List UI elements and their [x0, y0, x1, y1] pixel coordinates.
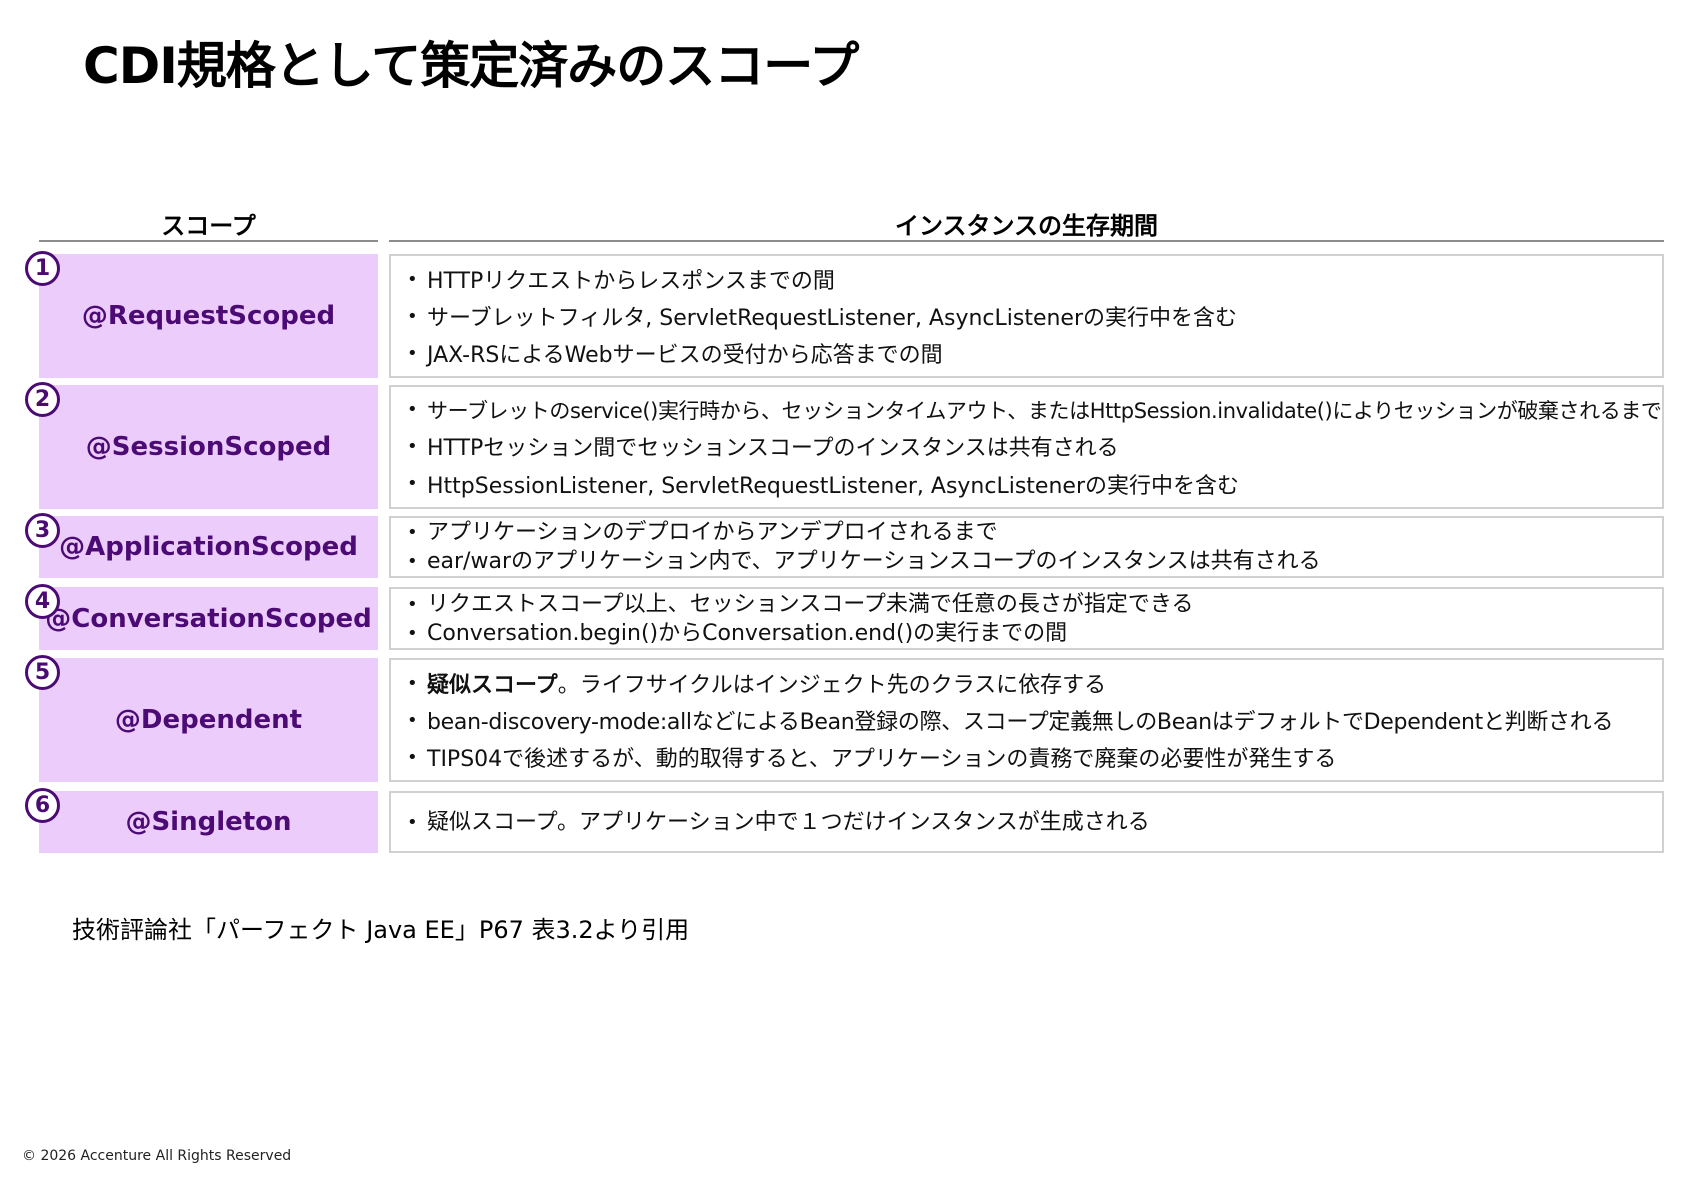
row-number-badge: 6 — [25, 788, 60, 823]
list-item: • HttpSessionListener, ServletRequestList… — [407, 468, 1662, 500]
table-row: @ConversationScoped 4 • リクエストスコープ以上、セッション… — [0, 584, 1684, 650]
lifetime-cell: • HTTPリクエストからレスポンスまでの間 • サーブレットフィルタ, Servl… — [389, 254, 1664, 378]
list-item: • 疑似スコープ 。ライフサイクルはインジェクト先のクラスに依存する — [407, 667, 1662, 699]
scope-cell: @RequestScoped — [39, 254, 378, 378]
list-item: • JAX-RSによるWebサービスの受付から応答までの間 — [407, 337, 1662, 369]
scope-cell: @ConversationScoped — [39, 587, 378, 650]
list-item: • bean-discovery-mode:allなどによるBean登録の際、スコ… — [407, 704, 1662, 736]
table-row: @Dependent 5 • 疑似スコープ 。ライフサイクルはインジェクト先のクラス… — [0, 655, 1684, 782]
list-item: • ear/warのアプリケーション内で、アプリケーションスコープのインスタンスは… — [407, 547, 1662, 576]
list-item-text: 。ライフサイクルはインジェクト先のクラスに依存する — [557, 673, 1107, 698]
lifetime-column-header: インスタンスの生存期間 — [389, 206, 1664, 242]
list-item-text: TIPS04で後述するが、動的取得すると、アプリケーションの責務で廃棄の必要性が… — [427, 747, 1337, 772]
bullet-icon: • — [407, 746, 418, 768]
list-item: • リクエストスコープ以上、セッションスコープ未満で任意の長さが指定できる — [407, 590, 1662, 619]
slide: CDI規格として策定済みのスコープ スコープ インスタンスの生存期間 @Requ… — [0, 0, 1684, 1191]
list-item-text: HTTPセッション間でセッションスコープのインスタンスは共有される — [427, 436, 1119, 461]
list-item: • サーブレットフィルタ, ServletRequestListener, Asy… — [407, 300, 1662, 332]
list-item-text: サーブレットのservice()実行時から、セッションタイムアウト、またはHtt… — [427, 398, 1662, 423]
bullet-icon: • — [407, 473, 418, 494]
bullet-icon: • — [407, 593, 418, 615]
list-item-text: ear/warのアプリケーション内で、アプリケーションスコープのインスタンスは共… — [427, 549, 1321, 574]
list-item-emphasis: 疑似スコープ — [427, 673, 558, 698]
bullet-icon: • — [407, 399, 418, 420]
scope-cell: @Dependent — [39, 658, 378, 782]
lifetime-cell: • アプリケーションのデプロイからアンデプロイされるまで • ear/warのアプリ… — [389, 516, 1664, 578]
list-item-text: Conversation.begin()からConversation.end()… — [427, 620, 1068, 646]
row-number-badge: 4 — [25, 584, 60, 619]
list-item: • サーブレットのservice()実行時から、セッションタイムアウト、またはHt… — [407, 395, 1662, 425]
list-item: • アプリケーションのデプロイからアンデプロイされるまで — [407, 518, 1662, 547]
list-item-text: JAX-RSによるWebサービスの受付から応答までの間 — [427, 343, 943, 368]
bullet-icon: • — [407, 709, 418, 731]
scope-cell: @ApplicationScoped — [39, 516, 378, 578]
bullet-icon: • — [407, 811, 418, 833]
table-row: @ApplicationScoped 3 • アプリケーションのデプロイからアンデ… — [0, 513, 1684, 578]
row-number-badge: 2 — [25, 382, 60, 417]
scope-cell: @SessionScoped — [39, 385, 378, 509]
list-item: • HTTPリクエストからレスポンスまでの間 — [407, 263, 1662, 295]
bullet-icon: • — [407, 342, 418, 364]
bullet-icon: • — [407, 551, 418, 572]
row-number-badge: 1 — [25, 251, 60, 286]
lifetime-cell: • 疑似スコープ 。ライフサイクルはインジェクト先のクラスに依存する • bean-d… — [389, 658, 1664, 782]
list-item: • HTTPセッション間でセッションスコープのインスタンスは共有される — [407, 430, 1662, 462]
bullet-icon: • — [407, 268, 418, 290]
lifetime-cell: • 疑似スコープ。アプリケーション中で１つだけインスタンスが生成される — [389, 791, 1664, 853]
source-citation: 技術評論社「パーフェクト Java EE」P67 表3.2より引用 — [72, 916, 690, 944]
table-row: @RequestScoped 1 • HTTPリクエストからレスポンスまでの間 •… — [0, 251, 1684, 378]
lifetime-cell: • リクエストスコープ以上、セッションスコープ未満で任意の長さが指定できる • Co… — [389, 587, 1664, 650]
page-title: CDI規格として策定済みのスコープ — [83, 37, 859, 95]
bullet-icon: • — [407, 522, 418, 543]
list-item: • Conversation.begin()からConversation.end(… — [407, 619, 1662, 648]
table-row: @Singleton 6 • 疑似スコープ。アプリケーション中で１つだけインスタン… — [0, 788, 1684, 853]
list-item-text: HTTPリクエストからレスポンスまでの間 — [427, 269, 835, 294]
row-number-badge: 5 — [25, 655, 60, 690]
bullet-icon: • — [407, 305, 418, 327]
bullet-icon: • — [407, 622, 418, 644]
list-item: • TIPS04で後述するが、動的取得すると、アプリケーションの責務で廃棄の必要性… — [407, 741, 1662, 773]
bullet-icon: • — [407, 672, 418, 694]
list-item-text: HttpSessionListener, ServletRequestListe… — [427, 473, 1239, 499]
lifetime-cell: • サーブレットのservice()実行時から、セッションタイムアウト、またはHt… — [389, 385, 1664, 509]
list-item-text: 疑似スコープ。アプリケーション中で１つだけインスタンスが生成される — [427, 809, 1150, 835]
list-item-text: アプリケーションのデプロイからアンデプロイされるまで — [427, 520, 998, 545]
table-row: @SessionScoped 2 • サーブレットのservice()実行時から、… — [0, 382, 1684, 509]
row-number-badge: 3 — [25, 513, 60, 548]
list-item-text: bean-discovery-mode:allなどによるBean登録の際、スコー… — [427, 710, 1614, 735]
bullet-icon: • — [407, 435, 418, 457]
copyright-notice: © 2026 Accenture All Rights Reserved — [22, 1148, 292, 1164]
list-item-text: サーブレットフィルタ, ServletRequestListener, Asyn… — [427, 306, 1238, 331]
scope-cell: @Singleton — [39, 791, 378, 853]
list-item: • 疑似スコープ。アプリケーション中で１つだけインスタンスが生成される — [407, 808, 1662, 837]
list-item-text: リクエストスコープ以上、セッションスコープ未満で任意の長さが指定できる — [427, 591, 1194, 617]
scope-column-header: スコープ — [39, 206, 378, 242]
